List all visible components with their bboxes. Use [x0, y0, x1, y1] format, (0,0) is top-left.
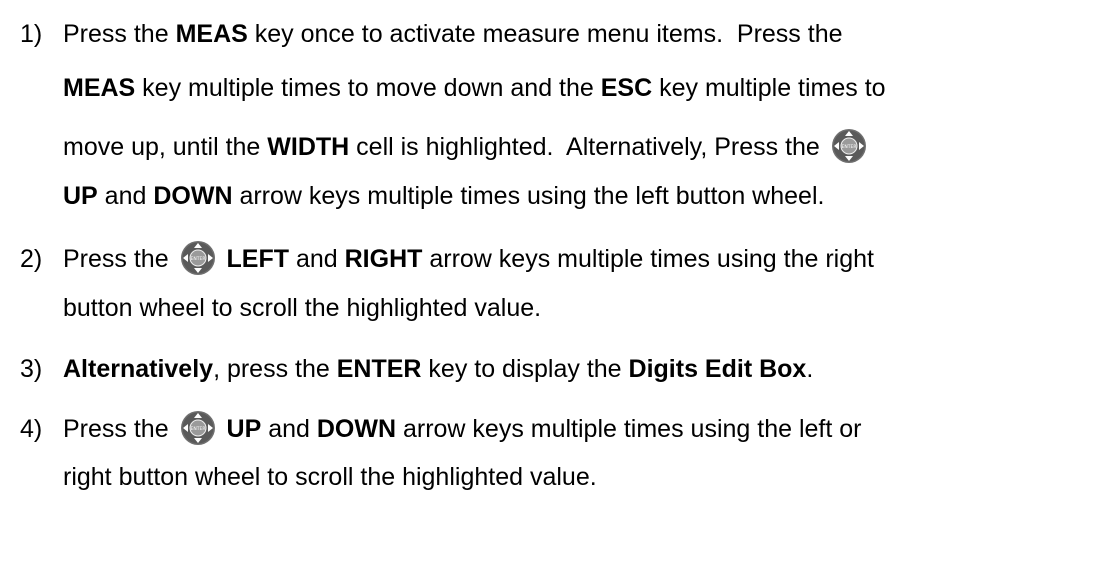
step-number: 2) [20, 245, 43, 273]
bold-text: LEFT [226, 245, 290, 273]
enter-wheel-svg: ENTER [831, 129, 866, 163]
text: cell is highlighted. Alternatively, Pres… [349, 133, 827, 161]
text: key multiple times to [652, 74, 886, 102]
text: Press the [63, 20, 176, 48]
step-4-line-2: right button wheel to scroll the highlig… [63, 463, 597, 492]
bold-text: Alternatively [63, 355, 214, 383]
enter-wheel-svg: ENTER [180, 411, 215, 445]
text: right button wheel to scroll the highlig… [63, 463, 597, 491]
text: key multiple times to move down and the [135, 74, 601, 102]
bold-text: RIGHT [344, 245, 423, 273]
bold-text: ENTER [336, 355, 422, 383]
text: move up, until the [63, 133, 268, 161]
step-1-line-4: UP and DOWN arrow keys multiple times us… [63, 182, 824, 211]
text: and [261, 415, 317, 443]
text: button wheel to scroll the highlighted v… [63, 294, 542, 322]
text: Press the [63, 415, 176, 443]
text: Press the [63, 245, 176, 273]
text: and [97, 182, 154, 210]
text: key once to activate measure menu items.… [247, 20, 843, 48]
bold-text: MEAS [63, 74, 136, 102]
bold-text: UP [226, 415, 262, 443]
text: key to display the [421, 355, 629, 383]
bold-text: WIDTH [267, 133, 350, 161]
step-2-line-2: button wheel to scroll the highlighted v… [63, 294, 541, 323]
step-1-line-1: 1) Press the MEAS key once to activate me… [20, 20, 843, 49]
text: and [289, 245, 345, 273]
text: arrow keys multiple times using the left… [232, 182, 825, 210]
step-3-line-1: 3) Alternatively, press the ENTER key to … [20, 355, 813, 384]
text [220, 245, 227, 273]
enter-wheel-icon: ENTER [831, 128, 867, 164]
svg-text:ENTER: ENTER [190, 426, 205, 432]
bold-text: ESC [600, 74, 653, 102]
bold-text: DOWN [153, 182, 233, 210]
text: . [806, 355, 814, 383]
bold-text: UP [63, 182, 98, 210]
text: arrow keys multiple times using the righ… [422, 245, 874, 273]
bold-text: MEAS [175, 20, 248, 48]
step-1-line-2: MEAS key multiple times to move down and… [63, 74, 886, 103]
instructions-page: 1) Press the MEAS key once to activate me… [0, 0, 1112, 581]
step-2-line-1: 2) Press the ENTER LEFT and RIGHT arrow k… [20, 240, 874, 276]
enter-wheel-svg: ENTER [180, 241, 215, 275]
step-number: 3) [20, 355, 43, 383]
bold-text: DOWN [316, 415, 397, 443]
text: arrow keys multiple times using the left… [396, 415, 862, 443]
step-number: 1) [20, 20, 43, 48]
bold-text: Digits Edit Box [628, 355, 807, 383]
svg-text:ENTER: ENTER [190, 256, 205, 262]
svg-text:ENTER: ENTER [841, 144, 856, 150]
step-1-line-3: move up, until the WIDTH cell is highlig… [63, 128, 871, 164]
text [220, 415, 227, 443]
step-4-line-1: 4) Press the ENTER UP and DOWN arrow keys… [20, 410, 861, 446]
enter-wheel-icon: ENTER [180, 410, 216, 446]
enter-wheel-icon: ENTER [180, 240, 216, 276]
step-number: 4) [20, 415, 43, 443]
text: , press the [213, 355, 337, 383]
